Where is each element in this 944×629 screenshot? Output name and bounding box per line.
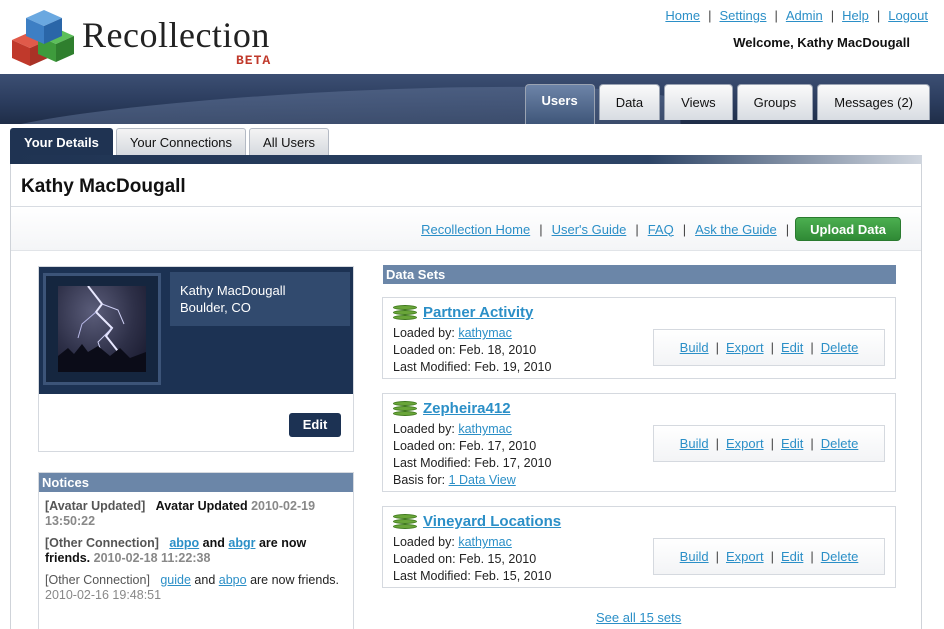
dataset-actions: Build | Export | Edit | Delete [653, 538, 885, 575]
link-users-guide[interactable]: User's Guide [543, 222, 636, 237]
profile-location: Boulder, CO [180, 300, 251, 315]
link-faq[interactable]: FAQ [639, 222, 683, 237]
export-link[interactable]: Export [719, 436, 771, 451]
export-link[interactable]: Export [719, 340, 771, 355]
tab-groups[interactable]: Groups [736, 84, 814, 120]
datasets-header: Data Sets [383, 265, 896, 284]
welcome-text: Welcome, Kathy MacDougall [733, 35, 910, 50]
upload-data-button[interactable]: Upload Data [795, 217, 901, 241]
tab-messages[interactable]: Messages (2) [817, 84, 930, 120]
build-link[interactable]: Build [673, 340, 716, 355]
loaded-by-link[interactable]: kathymac [458, 535, 512, 549]
dataset-name-link[interactable]: Vineyard Locations [423, 513, 561, 530]
dataset-card: Partner Activity Loaded by: kathymac Loa… [382, 297, 896, 379]
dataset-actions: Build | Export | Edit | Delete [653, 329, 885, 366]
dataset-actions: Build | Export | Edit | Delete [653, 425, 885, 462]
build-link[interactable]: Build [673, 436, 716, 451]
avatar [58, 286, 146, 372]
brand-name: Recollection [82, 15, 270, 55]
subtab-your-details[interactable]: Your Details [10, 128, 113, 156]
database-icon [393, 304, 417, 321]
dataset-card: Zepheira412 Loaded by: kathymac Loaded o… [382, 393, 896, 492]
lightning-image-icon [58, 286, 146, 372]
header: Recollection BETA Home | Settings | Admin |… [0, 0, 944, 74]
recollection-logo-icon [12, 10, 74, 66]
edit-link[interactable]: Edit [774, 549, 810, 564]
main-tabs: Users Data Views Groups Messages (2) [524, 84, 930, 124]
dataset-card: Vineyard Locations Loaded by: kathymac L… [382, 506, 896, 588]
beta-badge: BETA [236, 53, 272, 68]
notice-user-link[interactable]: abgr [228, 536, 255, 550]
subtab-all-users[interactable]: All Users [249, 128, 330, 156]
action-bar: Recollection Home | User's Guide | FAQ | As… [11, 207, 921, 251]
dataset-name-link[interactable]: Partner Activity [423, 304, 533, 321]
edit-profile-button[interactable]: Edit [289, 413, 341, 437]
notice-user-link[interactable]: abpo [169, 536, 199, 550]
top-link-logout[interactable]: Logout [880, 8, 936, 23]
main-nav-band: Users Data Views Groups Messages (2) [0, 74, 944, 124]
subtab-underline [10, 155, 922, 164]
profile-name-block: Kathy MacDougall Boulder, CO [170, 272, 350, 326]
build-link[interactable]: Build [673, 549, 716, 564]
top-link-home[interactable]: Home [657, 8, 708, 23]
notices-header: Notices [39, 473, 353, 492]
top-link-admin[interactable]: Admin [778, 8, 831, 23]
notice-user-link[interactable]: abpo [219, 573, 247, 587]
tab-views[interactable]: Views [664, 84, 733, 120]
notice-item: [Other Connection] abpo and abgr are now… [45, 536, 307, 565]
tab-data[interactable]: Data [598, 84, 661, 120]
profile-header: Kathy MacDougall Boulder, CO [39, 267, 353, 394]
notice-user-link[interactable]: guide [160, 573, 191, 587]
loaded-by-link[interactable]: kathymac [458, 326, 512, 340]
edit-link[interactable]: Edit [774, 436, 810, 451]
content-panel: Kathy MacDougall Recollection Home | User… [10, 164, 922, 629]
sub-tabs: Your Details Your Connections All Users [10, 128, 330, 156]
profile-name: Kathy MacDougall [180, 283, 286, 298]
top-link-help[interactable]: Help [834, 8, 877, 23]
top-links: Home | Settings | Admin | Help | Logout [657, 8, 936, 23]
export-link[interactable]: Export [719, 549, 771, 564]
notice-item: [Avatar Updated] Avatar Updated 2010-02-… [45, 499, 316, 528]
page-title: Kathy MacDougall [21, 176, 186, 197]
loaded-by-link[interactable]: kathymac [458, 422, 512, 436]
delete-link[interactable]: Delete [814, 549, 866, 564]
link-recollection-home[interactable]: Recollection Home [412, 222, 539, 237]
edit-link[interactable]: Edit [774, 340, 810, 355]
tab-users[interactable]: Users [524, 84, 595, 124]
basis-for-link[interactable]: 1 Data View [449, 473, 516, 487]
see-all-sets-link[interactable]: See all 15 sets [596, 610, 681, 625]
notices-panel: Notices [Avatar Updated] Avatar Updated … [38, 472, 354, 629]
delete-link[interactable]: Delete [814, 340, 866, 355]
database-icon [393, 400, 417, 417]
link-ask-the-guide[interactable]: Ask the Guide [686, 222, 786, 237]
avatar-frame [43, 273, 161, 385]
dataset-name-link[interactable]: Zepheira412 [423, 400, 511, 417]
top-link-settings[interactable]: Settings [711, 8, 774, 23]
profile-card: Kathy MacDougall Boulder, CO Edit [38, 266, 354, 452]
database-icon [393, 513, 417, 530]
action-links: Recollection Home | User's Guide | FAQ | As… [412, 217, 901, 241]
delete-link[interactable]: Delete [814, 436, 866, 451]
notice-item: [Other Connection] guide and abpo are no… [45, 573, 339, 602]
subtab-your-connections[interactable]: Your Connections [115, 128, 247, 156]
